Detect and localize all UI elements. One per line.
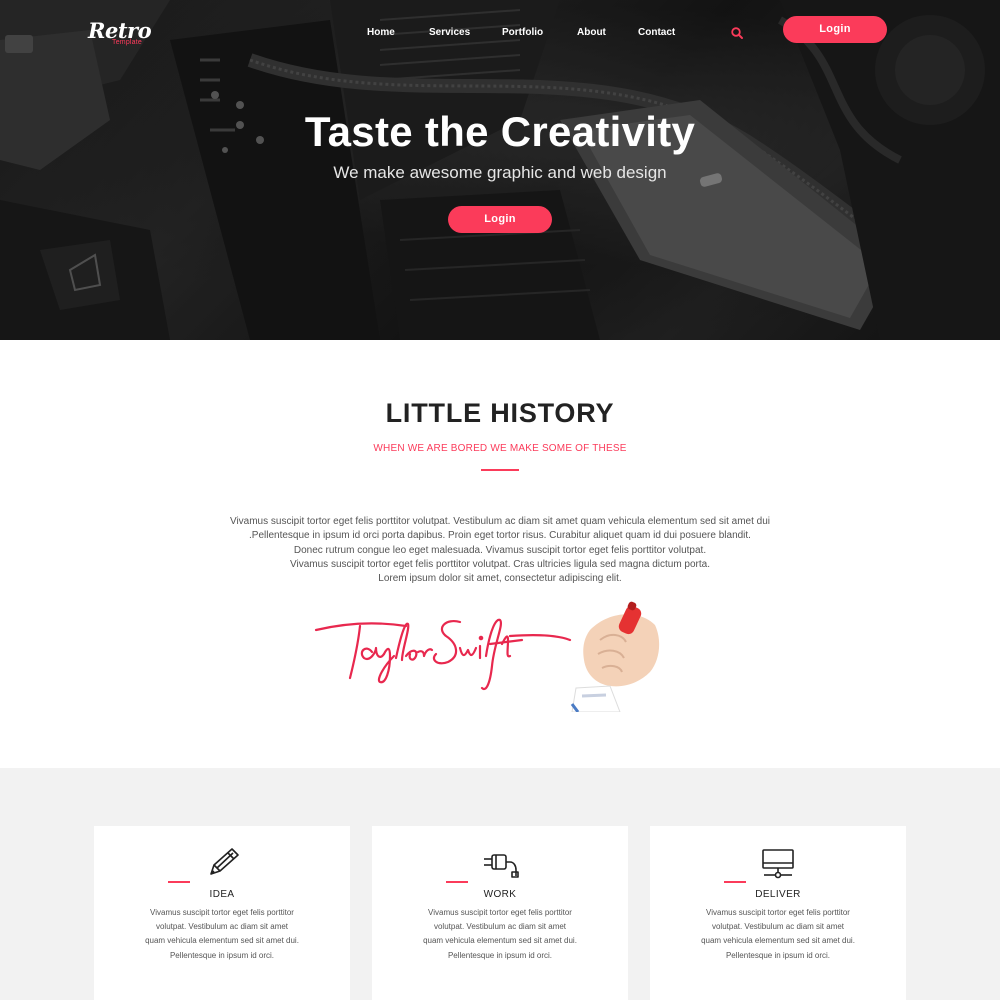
hero-subtitle: We make awesome graphic and web design — [333, 163, 667, 182]
card-text: Vivamus suscipit tortor eget felis portt… — [114, 906, 330, 963]
card-text-line: Vivamus suscipit tortor eget felis portt… — [428, 908, 572, 917]
nav-item-portfolio[interactable]: Portfolio — [502, 27, 543, 38]
card-divider — [446, 881, 468, 883]
card-text-line: volutpat. Vestibulum ac diam sit amet — [155, 922, 289, 932]
history-line: Lorem ipsum dolor sit amet, consectetur … — [378, 573, 622, 585]
login-button[interactable]: Login — [783, 16, 887, 43]
feature-card-work: WORK Vivamus suscipit tortor eget felis … — [372, 826, 628, 1000]
card-text: Vivamus suscipit tortor eget felis portt… — [670, 906, 886, 963]
history-line: .Pellentesque in ipsum id orci porta dap… — [249, 530, 751, 542]
card-text-line: Vivamus suscipit tortor eget felis portt… — [150, 908, 294, 917]
nav-item-about[interactable]: About — [577, 27, 606, 38]
hand-illustration — [570, 601, 660, 712]
signature-image — [314, 601, 660, 712]
card-text: Vivamus suscipit tortor eget felis portt… — [392, 906, 608, 963]
card-text-line: quam vehicula elementum sed sit amet dui… — [145, 936, 299, 946]
section-divider — [481, 469, 519, 471]
feature-card-deliver: DELIVER Vivamus suscipit tortor eget fel… — [650, 826, 906, 1000]
card-text-line: Pellentesque in ipsum id orci. — [447, 950, 553, 960]
nav-item-contact[interactable]: Contact — [638, 27, 675, 38]
pencil-icon — [210, 848, 239, 875]
history-subtitle: WHEN WE ARE BORED WE MAKE SOME OF THESE — [373, 443, 627, 454]
card-title: DELIVER — [755, 889, 801, 900]
history-line: Vivamus suscipit tortor eget felis portt… — [290, 558, 710, 570]
history-title: LITTLE HISTORY — [385, 398, 615, 428]
nav-item-home[interactable]: Home — [367, 27, 395, 38]
card-text-line: Pellentesque in ipsum id orci. — [169, 950, 275, 960]
card-text-line: quam vehicula elementum sed sit amet dui… — [701, 936, 855, 946]
card-text-line: volutpat. Vestibulum ac diam sit amet — [433, 922, 567, 932]
monitor-icon — [762, 849, 794, 879]
card-text-line: volutpat. Vestibulum ac diam sit amet — [711, 922, 845, 932]
card-text-line: Vivamus suscipit tortor eget felis portt… — [706, 908, 850, 917]
history-text: Vivamus suscipit tortor eget felis portt… — [150, 515, 850, 586]
card-title: WORK — [483, 889, 517, 900]
card-text-line: quam vehicula elementum sed sit amet dui… — [423, 936, 577, 946]
plug-icon — [484, 854, 519, 878]
history-line: Donec rutrum congue leo eget malesuada. … — [293, 544, 707, 556]
card-text-line: Pellentesque in ipsum id orci. — [725, 950, 831, 960]
card-divider — [168, 881, 190, 883]
card-title: IDEA — [209, 889, 235, 900]
card-divider — [724, 881, 746, 883]
hero-title: Taste the Creativity — [304, 108, 696, 155]
feature-card-idea: IDEA Vivamus suscipit tortor eget felis … — [94, 826, 350, 1000]
nav-item-services[interactable]: Services — [429, 27, 470, 38]
history-line: Vivamus suscipit tortor eget felis portt… — [229, 516, 771, 527]
hero-login-button[interactable]: Login — [448, 206, 552, 233]
search-icon[interactable] — [730, 26, 744, 40]
